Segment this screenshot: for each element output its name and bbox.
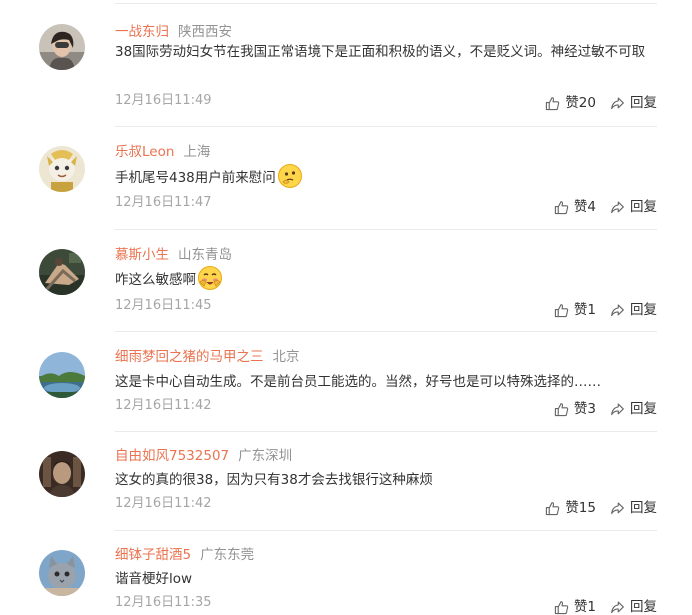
comment-text: 谐音梗好low [115, 568, 660, 590]
thumbs-up-icon [546, 501, 560, 515]
username[interactable]: 乐叔Leon [115, 144, 174, 160]
comment-text: 这女的真的很38，因为只有38才会去找银行这种麻烦 [115, 469, 660, 491]
timestamp: 12月16日11:49 [115, 93, 212, 108]
username[interactable]: 细雨梦回之猪的马甲之三 [115, 349, 264, 365]
thinking-face-emoji [277, 163, 303, 189]
reply-button[interactable]: 回复 [610, 598, 657, 615]
thumbs-up-icon [554, 303, 569, 317]
timestamp: 12月16日11:35 [115, 595, 212, 610]
divider [115, 331, 657, 332]
reply-button[interactable]: 回复 [610, 400, 657, 418]
reply-arrow-icon [611, 304, 624, 316]
location: 上海 [183, 144, 211, 160]
like-button[interactable]: 赞4 [554, 198, 596, 216]
username[interactable]: 细钵子甜酒5 [115, 547, 191, 563]
comment-actions: 赞15 回复 [545, 499, 657, 517]
reply-arrow-icon [611, 201, 624, 213]
thumbs-up-icon [554, 402, 569, 416]
like-count: 赞15 [565, 500, 596, 516]
avatar-image [39, 352, 85, 398]
timestamp: 12月16日11:42 [115, 398, 212, 413]
like-count: 赞1 [573, 599, 596, 615]
avatar[interactable] [39, 146, 85, 192]
avatar-image [39, 451, 85, 497]
comment-actions: 赞20 回复 [545, 94, 657, 112]
avatar-image [39, 24, 85, 70]
timestamp: 12月16日11:47 [115, 195, 212, 210]
avatar[interactable] [39, 550, 85, 596]
reply-label: 回复 [630, 302, 657, 318]
comment-text-content: 手机尾号438用户前来慰问 [115, 170, 276, 186]
reply-label: 回复 [630, 199, 657, 215]
avatar-image [39, 249, 85, 295]
like-count: 赞1 [573, 302, 596, 318]
like-button[interactable]: 赞1 [554, 301, 596, 319]
divider [115, 530, 657, 531]
divider [115, 431, 657, 432]
comment-text: 38国际劳动妇女节在我国正常语境下是正面和积极的语义，不是贬义词。神经过敏不可取 [115, 41, 660, 63]
like-button[interactable]: 赞15 [545, 499, 596, 517]
username[interactable]: 一战东归 [115, 24, 169, 40]
comment-actions: 赞1 回复 [554, 301, 657, 319]
reply-label: 回复 [630, 599, 657, 615]
like-button[interactable]: 赞1 [554, 598, 596, 615]
comment-actions: 赞1 回复 [554, 598, 657, 615]
comment-text-content: 38国际劳动妇女节在我国正常语境下是正面和积极的语义，不是贬义词。神经过敏不可取 [115, 44, 646, 60]
reply-arrow-icon [611, 97, 624, 109]
username[interactable]: 慕斯小生 [115, 247, 169, 263]
like-count: 赞4 [573, 199, 596, 215]
avatar[interactable] [39, 352, 85, 398]
like-button[interactable]: 赞20 [545, 94, 596, 112]
like-button[interactable]: 赞3 [554, 400, 596, 418]
location: 北京 [272, 349, 300, 365]
thumbs-up-icon [554, 600, 569, 614]
location: 广东东莞 [200, 547, 255, 563]
comment-meta: 细雨梦回之猪的马甲之三 北京 [115, 347, 300, 367]
timestamp: 12月16日11:45 [115, 298, 212, 313]
reply-button[interactable]: 回复 [610, 499, 657, 517]
comment-meta: 一战东归 陕西西安 [115, 22, 232, 42]
thumbs-up-icon [546, 96, 560, 110]
reply-button[interactable]: 回复 [610, 94, 657, 112]
comment-actions: 赞3 回复 [554, 400, 657, 418]
avatar[interactable] [39, 451, 85, 497]
comment-meta: 乐叔Leon 上海 [115, 142, 210, 162]
blushing-face-emoji [197, 265, 223, 291]
comment-meta: 自由如风7532507 广东深圳 [115, 446, 292, 466]
reply-label: 回复 [630, 500, 657, 516]
reply-arrow-icon [611, 502, 624, 514]
divider [115, 126, 657, 127]
avatar-image [39, 146, 85, 192]
comment-text: 手机尾号438用户前来慰问 [115, 164, 660, 189]
divider [115, 3, 657, 4]
timestamp: 12月16日11:42 [115, 496, 212, 511]
avatar-image [39, 550, 85, 596]
thumbs-up-icon [554, 200, 569, 214]
reply-arrow-icon [611, 601, 624, 613]
divider [115, 229, 657, 230]
avatar[interactable] [39, 24, 85, 70]
reply-arrow-icon [611, 403, 624, 415]
comment-text: 咋这么敏感啊 [115, 266, 660, 291]
reply-button[interactable]: 回复 [610, 198, 657, 216]
comment-text-content: 咋这么敏感啊 [115, 272, 196, 288]
location: 陕西西安 [178, 24, 232, 40]
username[interactable]: 自由如风7532507 [115, 448, 229, 464]
reply-label: 回复 [630, 401, 657, 417]
comment-meta: 慕斯小生 山东青岛 [115, 245, 232, 265]
reply-button[interactable]: 回复 [610, 301, 657, 319]
comment-actions: 赞4 回复 [554, 198, 657, 216]
comment-text-content: 这是卡中心自动生成。不是前台员工能选的。当然，好号也是可以特殊选择的…… [115, 374, 601, 390]
like-count: 赞3 [573, 401, 596, 417]
comment-text-content: 这女的真的很38，因为只有38才会去找银行这种麻烦 [115, 472, 433, 488]
avatar[interactable] [39, 249, 85, 295]
location: 广东深圳 [238, 448, 293, 464]
reply-label: 回复 [630, 95, 657, 111]
like-count: 赞20 [565, 95, 596, 111]
comment-text: 这是卡中心自动生成。不是前台员工能选的。当然，好号也是可以特殊选择的…… [115, 371, 660, 393]
comment-meta: 细钵子甜酒5 广东东莞 [115, 545, 254, 565]
location: 山东青岛 [178, 247, 232, 263]
comment-text-content: 谐音梗好low [115, 571, 193, 587]
comment-list: 一战东归 陕西西安 38国际劳动妇女节在我国正常语境下是正面和积极的语义，不是贬义… [0, 0, 692, 615]
